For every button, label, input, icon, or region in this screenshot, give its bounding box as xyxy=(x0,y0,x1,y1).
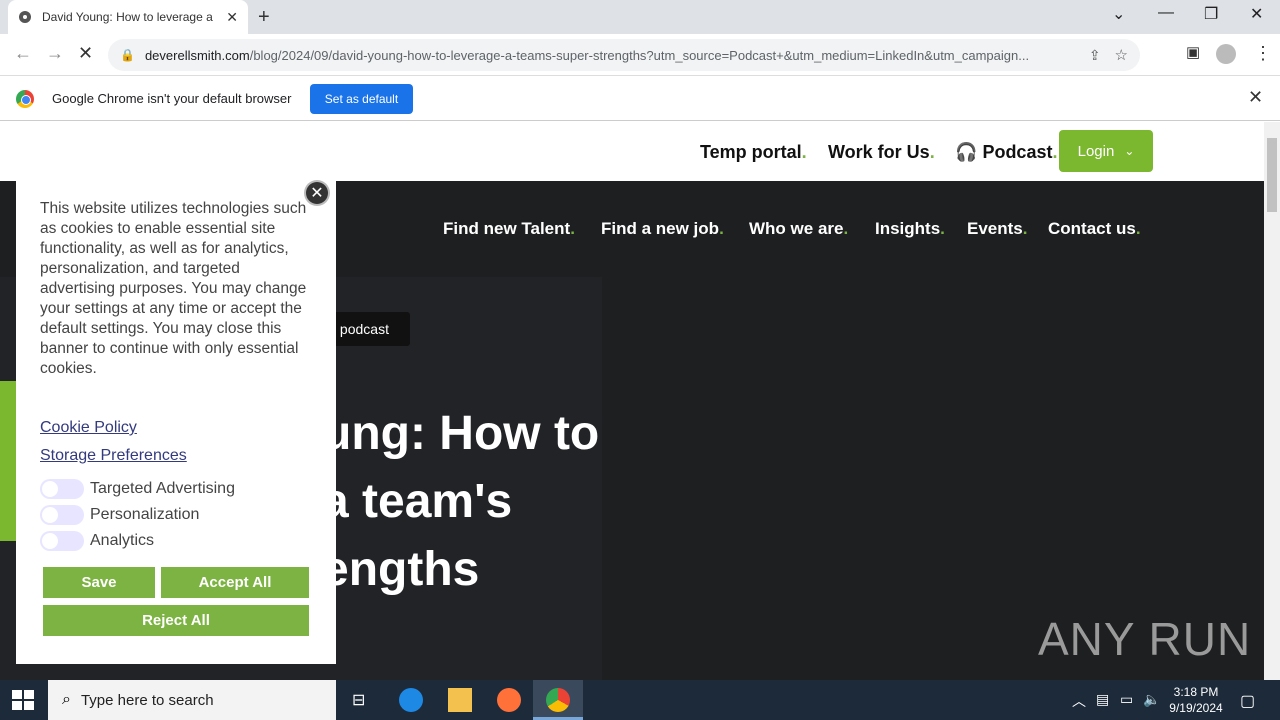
url-host: deverellsmith.com xyxy=(144,47,250,63)
clock-date: 9/19/2024 xyxy=(1169,701,1223,715)
page-scrollbar[interactable] xyxy=(1264,122,1280,680)
cookie-consent-dialog: ✕ This website utilizes technologies suc… xyxy=(16,175,336,664)
anyrun-watermark: ANY RUN xyxy=(1038,613,1252,665)
file-explorer-icon[interactable] xyxy=(448,688,472,712)
site-favicon-icon xyxy=(19,11,31,23)
windows-taskbar: ⌕ Type here to search ⊟ ︿ ▤ ▭ 🔈 3:18 PM … xyxy=(0,680,1280,720)
taskbar-clock[interactable]: 3:18 PM 9/19/2024 xyxy=(1164,684,1228,716)
url-text[interactable]: deverellsmith.com/blog/2024/09/david-you… xyxy=(145,48,1079,63)
tab-close-icon[interactable]: ✕ xyxy=(226,9,238,26)
taskbar-chrome-active[interactable] xyxy=(533,680,583,720)
lock-icon[interactable]: 🔒 xyxy=(120,48,135,62)
nav-find-new-talent[interactable]: Find new Talent. xyxy=(443,219,575,239)
nav-temp-portal[interactable]: Temp portal. xyxy=(700,142,807,163)
chrome-icon[interactable] xyxy=(546,688,570,712)
tray-device-icon[interactable]: ▤ xyxy=(1096,691,1109,708)
browser-toolbar: ← → ✕ 🔒 deverellsmith.com/blog/2024/09/d… xyxy=(0,34,1280,76)
profile-avatar-icon[interactable] xyxy=(1216,44,1236,64)
set-as-default-button[interactable]: Set as default xyxy=(310,84,413,114)
reject-all-button[interactable]: Reject All xyxy=(43,605,309,636)
task-view-icon[interactable]: ⊟ xyxy=(352,690,365,710)
search-icon: ⌕ xyxy=(62,691,71,708)
toggle-personalization[interactable] xyxy=(40,505,84,525)
new-tab-icon[interactable]: + xyxy=(258,6,270,29)
edge-icon[interactable] xyxy=(399,688,423,712)
window-close-icon[interactable]: ✕ xyxy=(1250,4,1263,24)
toggle-label-personalization: Personalization xyxy=(90,506,200,523)
stop-loading-icon[interactable]: ✕ xyxy=(78,43,93,64)
bookmark-star-icon[interactable]: ☆ xyxy=(1115,46,1128,64)
tab-strip: David Young: How to leverage a ✕ + ⌄ — ❐… xyxy=(0,0,1280,34)
scroll-thumb[interactable] xyxy=(1267,138,1277,212)
cookie-policy-link[interactable]: Cookie Policy xyxy=(40,419,137,437)
tab-search-icon[interactable]: ⌄ xyxy=(1112,4,1125,24)
toggle-label-targeted-advertising: Targeted Advertising xyxy=(90,480,235,497)
nav-insights[interactable]: Insights. xyxy=(875,219,945,239)
headphones-icon: 🎧 xyxy=(955,142,978,162)
share-icon[interactable]: ⇪ xyxy=(1089,47,1101,64)
top-utility-nav: Temp portal. Work for Us. 🎧 Podcast. Log… xyxy=(0,122,1264,181)
side-panel-icon[interactable]: ▣ xyxy=(1186,43,1200,61)
menu-kebab-icon[interactable]: ⋮ xyxy=(1254,43,1272,64)
volume-icon[interactable]: 🔈 xyxy=(1143,691,1160,708)
tray-chevron-icon[interactable]: ︿ xyxy=(1072,691,1086,711)
default-browser-infobar: Google Chrome isn't your default browser… xyxy=(0,77,1280,121)
chevron-down-icon: ⌄ xyxy=(1124,144,1135,158)
cookie-body-text: This website utilizes technologies such … xyxy=(40,200,307,377)
headline-line-2: a team's xyxy=(322,475,513,528)
infobar-message: Google Chrome isn't your default browser xyxy=(52,91,292,106)
toggle-analytics[interactable] xyxy=(40,531,84,551)
windows-start-icon[interactable] xyxy=(12,690,34,710)
url-path: /blog/2024/09/david-young-how-to-leverag… xyxy=(249,47,1030,63)
infobar-close-icon[interactable]: ✕ xyxy=(1248,87,1263,108)
tab-title: David Young: How to leverage a xyxy=(42,10,213,24)
browser-tab[interactable]: David Young: How to leverage a ✕ xyxy=(8,0,248,34)
storage-preferences-link[interactable]: Storage Preferences xyxy=(40,447,187,465)
toggle-label-analytics: Analytics xyxy=(90,532,155,549)
nav-events[interactable]: Events. xyxy=(967,219,1027,239)
login-button[interactable]: Login ⌄ xyxy=(1059,130,1153,172)
firefox-icon[interactable] xyxy=(497,688,521,712)
minimize-icon[interactable]: — xyxy=(1158,4,1174,22)
taskbar-search-placeholder: Type here to search xyxy=(80,691,214,709)
taskbar-search-box[interactable]: ⌕ Type here to search xyxy=(48,680,336,720)
clock-time: 3:18 PM xyxy=(1173,685,1219,699)
restore-icon[interactable]: ❐ xyxy=(1204,4,1218,24)
accept-all-button[interactable]: Accept All xyxy=(161,567,309,598)
notifications-icon[interactable]: ▢ xyxy=(1240,691,1255,711)
headline-line-1: ung: How to xyxy=(322,407,600,460)
back-icon[interactable]: ← xyxy=(14,43,32,64)
network-icon[interactable]: ▭ xyxy=(1120,691,1133,708)
forward-icon[interactable]: → xyxy=(46,43,64,64)
toggle-targeted-advertising[interactable] xyxy=(40,479,84,499)
nav-podcast[interactable]: 🎧 Podcast. xyxy=(955,142,1057,163)
nav-find-new-job[interactable]: Find a new job. xyxy=(601,219,724,239)
save-button[interactable]: Save xyxy=(43,567,155,598)
chrome-logo-icon xyxy=(16,90,34,108)
nav-contact-us[interactable]: Contact us. xyxy=(1048,219,1141,239)
address-bar[interactable]: 🔒 deverellsmith.com/blog/2024/09/david-y… xyxy=(108,39,1140,71)
headline-line-3: engths xyxy=(322,543,480,596)
nav-who-we-are[interactable]: Who we are. xyxy=(749,219,848,239)
nav-work-for-us[interactable]: Work for Us. xyxy=(828,142,935,163)
